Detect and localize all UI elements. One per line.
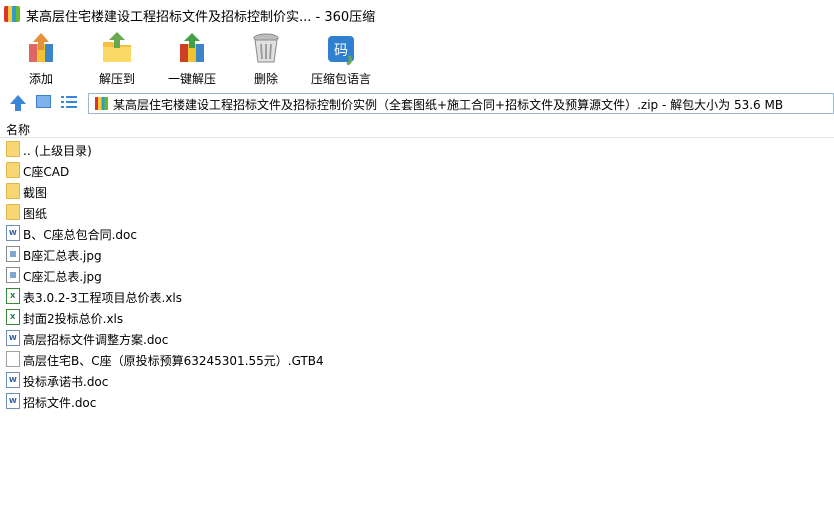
file-name: 封面2投标总价.xls bbox=[23, 312, 124, 326]
delete-trash-icon bbox=[253, 33, 279, 63]
file-name: B座汇总表.jpg bbox=[23, 249, 102, 263]
list-item[interactable]: 图纸 bbox=[0, 202, 834, 223]
file-name: 图纸 bbox=[23, 207, 48, 221]
list-view-icon[interactable] bbox=[61, 95, 77, 109]
list-item[interactable]: 高层招标文件调整方案.doc bbox=[0, 328, 834, 349]
file-name: B、C座总包合同.doc bbox=[23, 228, 137, 242]
list-item[interactable]: 投标承诺书.doc bbox=[0, 370, 834, 391]
archive-language-icon: 码 bbox=[328, 36, 354, 66]
title-bar: 某高层住宅楼建设工程招标文件及招标控制价实... - 360压缩 bbox=[0, 0, 834, 28]
word-doc-icon bbox=[6, 372, 20, 388]
thumbnail-view-icon[interactable] bbox=[36, 95, 51, 108]
column-name-label: 名称 bbox=[6, 123, 31, 137]
extract-to-button[interactable]: 解压到 bbox=[90, 30, 144, 86]
file-name: C座CAD bbox=[23, 165, 70, 179]
word-doc-icon bbox=[6, 225, 20, 241]
list-item[interactable]: C座CAD bbox=[0, 160, 834, 181]
list-item[interactable]: 招标文件.doc bbox=[0, 391, 834, 412]
delete-button[interactable]: 删除 bbox=[242, 30, 290, 86]
list-item[interactable]: 封面2投标总价.xls bbox=[0, 307, 834, 328]
delete-label: 删除 bbox=[253, 72, 278, 86]
extract-to-label: 解压到 bbox=[98, 72, 135, 86]
add-archive-icon bbox=[29, 33, 53, 62]
file-name: 截图 bbox=[23, 186, 48, 200]
generic-file-icon bbox=[6, 351, 20, 367]
file-name: C座汇总表.jpg bbox=[23, 270, 102, 284]
list-item[interactable]: B座汇总表.jpg bbox=[0, 244, 834, 265]
excel-file-icon bbox=[6, 309, 20, 325]
path-text: 某高层住宅楼建设工程招标文件及招标控制价实例（全套图纸+施工合同+招标文件及预算… bbox=[113, 98, 784, 112]
list-item[interactable]: 高层住宅B、C座（原投标预算63245301.55元）.GTB4 bbox=[0, 349, 834, 370]
one-click-extract-icon bbox=[180, 33, 204, 62]
folder-icon bbox=[6, 183, 20, 199]
svg-text:码: 码 bbox=[334, 43, 348, 59]
one-click-extract-button[interactable]: 一键解压 bbox=[164, 30, 220, 86]
image-file-icon bbox=[6, 246, 20, 262]
window-title: 某高层住宅楼建设工程招标文件及招标控制价实... - 360压缩 bbox=[26, 10, 376, 25]
archive-language-label: 压缩包语言 bbox=[310, 72, 371, 86]
list-item[interactable]: B、C座总包合同.doc bbox=[0, 223, 834, 244]
excel-file-icon bbox=[6, 288, 20, 304]
path-field[interactable]: 某高层住宅楼建设工程招标文件及招标控制价实例（全套图纸+施工合同+招标文件及预算… bbox=[88, 93, 834, 114]
word-doc-icon bbox=[6, 393, 20, 409]
list-item[interactable]: 截图 bbox=[0, 181, 834, 202]
toolbar: 添加 解压到 一键解压 删除 码 压缩包语言 bbox=[0, 28, 834, 88]
up-arrow-icon[interactable] bbox=[9, 94, 27, 112]
app-archive-icon bbox=[4, 6, 20, 22]
file-name: 高层招标文件调整方案.doc bbox=[23, 333, 169, 347]
list-item[interactable]: C座汇总表.jpg bbox=[0, 265, 834, 286]
folder-icon bbox=[6, 162, 20, 178]
file-name: 投标承诺书.doc bbox=[23, 375, 109, 389]
word-doc-icon bbox=[6, 330, 20, 346]
archive-icon bbox=[95, 97, 108, 110]
add-button[interactable]: 添加 bbox=[14, 30, 68, 86]
file-name: .. (上级目录) bbox=[23, 144, 92, 158]
extract-to-icon bbox=[103, 32, 131, 62]
list-item[interactable]: .. (上级目录) bbox=[0, 139, 834, 160]
image-file-icon bbox=[6, 267, 20, 283]
file-name: 表3.0.2-3工程项目总价表.xls bbox=[23, 291, 183, 305]
address-bar: 某高层住宅楼建设工程招标文件及招标控制价实例（全套图纸+施工合同+招标文件及预算… bbox=[0, 90, 834, 115]
archive-language-button[interactable]: 码 压缩包语言 bbox=[306, 30, 376, 86]
file-name: 招标文件.doc bbox=[23, 396, 97, 410]
add-label: 添加 bbox=[28, 72, 53, 86]
file-name: 高层住宅B、C座（原投标预算63245301.55元）.GTB4 bbox=[23, 354, 324, 368]
folder-icon bbox=[6, 141, 20, 157]
list-item[interactable]: 表3.0.2-3工程项目总价表.xls bbox=[0, 286, 834, 307]
folder-icon bbox=[6, 204, 20, 220]
column-header-name[interactable]: 名称 bbox=[0, 118, 834, 138]
one-click-extract-label: 一键解压 bbox=[167, 72, 216, 86]
